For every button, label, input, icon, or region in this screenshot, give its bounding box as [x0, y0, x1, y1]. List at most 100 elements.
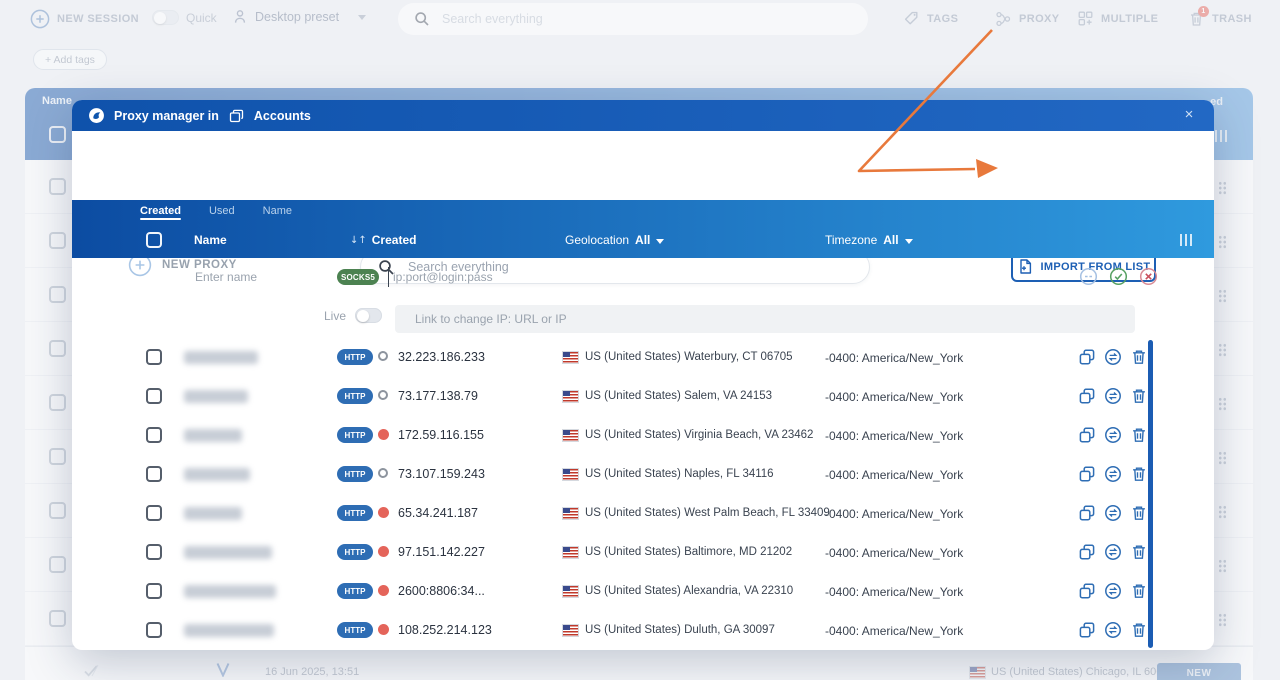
- row-checkbox[interactable]: [146, 505, 162, 521]
- live-toggle[interactable]: [355, 308, 382, 323]
- delete-icon[interactable]: [1130, 543, 1148, 561]
- change-ip-icon[interactable]: [1104, 504, 1122, 522]
- protocol-badge-http: HTTP: [337, 622, 373, 638]
- tab-used[interactable]: Used: [209, 205, 235, 217]
- copy-icon[interactable]: [1078, 387, 1096, 405]
- proxy-ip: 65.34.241.187: [398, 506, 478, 520]
- copy-icon[interactable]: [1078, 504, 1096, 522]
- tab-created[interactable]: Created: [140, 205, 181, 217]
- delete-icon[interactable]: [1130, 504, 1148, 522]
- row-checkbox[interactable]: [146, 388, 162, 404]
- status-dot: [378, 351, 388, 361]
- column-created[interactable]: ↓↑ Created: [350, 233, 416, 247]
- us-flag-icon: [563, 391, 578, 402]
- close-icon[interactable]: ×: [1178, 104, 1200, 126]
- change-ip-link-field[interactable]: Link to change IP: URL or IP: [395, 305, 1135, 333]
- table-row: HTTP 2600:8806:34... US (United States) …: [72, 572, 1214, 611]
- change-ip-icon[interactable]: [1104, 426, 1122, 444]
- row-checkbox[interactable]: [146, 544, 162, 560]
- proxy-timezone: -0400: America/New_York: [825, 468, 963, 482]
- proxy-ip: 97.151.142.227: [398, 545, 485, 559]
- us-flag-icon: [563, 508, 578, 519]
- cancel-x-icon[interactable]: [1139, 267, 1158, 286]
- proxy-timezone: -0400: America/New_York: [825, 585, 963, 599]
- copy-icon[interactable]: [1078, 582, 1096, 600]
- proxy-row-list: HTTP 32.223.186.233 US (United States) W…: [72, 338, 1214, 650]
- column-created-label: Created: [372, 233, 417, 247]
- proxy-timezone: -0400: America/New_York: [825, 546, 963, 560]
- copy-icon[interactable]: [1078, 348, 1096, 366]
- sort-icon: ↓↑: [350, 235, 367, 246]
- column-geolocation-filter[interactable]: Geolocation All: [565, 233, 664, 247]
- modal-context: Accounts: [254, 109, 311, 123]
- row-checkbox[interactable]: [146, 466, 162, 482]
- blurred-proxy-name: [184, 390, 248, 403]
- column-timezone-filter[interactable]: Timezone All: [825, 233, 913, 247]
- proxy-geolocation: US (United States) West Palm Beach, FL 3…: [585, 507, 830, 519]
- proxy-address-field[interactable]: ip:port@login:pass: [393, 270, 493, 284]
- column-name[interactable]: Name: [194, 233, 227, 247]
- delete-icon[interactable]: [1130, 426, 1148, 444]
- proxy-geolocation: US (United States) Virginia Beach, VA 23…: [585, 429, 813, 441]
- us-flag-icon: [563, 625, 578, 636]
- us-flag-icon: [563, 352, 578, 363]
- copy-icon[interactable]: [1078, 426, 1096, 444]
- protocol-badge-socks5[interactable]: SOCKS5: [337, 269, 379, 285]
- table-row: HTTP 73.107.159.243 US (United States) N…: [72, 455, 1214, 494]
- protocol-badge-http: HTTP: [337, 427, 373, 443]
- proxy-timezone: -0400: America/New_York: [825, 507, 963, 521]
- proxy-timezone: -0400: America/New_York: [825, 390, 963, 404]
- copy-icon[interactable]: [1078, 465, 1096, 483]
- delete-icon[interactable]: [1130, 621, 1148, 639]
- text-cursor: [388, 267, 389, 287]
- proxy-timezone: -0400: America/New_York: [825, 624, 963, 638]
- change-ip-icon[interactable]: [1104, 465, 1122, 483]
- blurred-proxy-name: [184, 624, 274, 637]
- us-flag-icon: [563, 547, 578, 558]
- proxy-timezone: -0400: America/New_York: [825, 351, 963, 365]
- chevron-down-icon: [656, 239, 664, 244]
- row-checkbox[interactable]: [146, 583, 162, 599]
- change-ip-icon[interactable]: [1104, 582, 1122, 600]
- change-ip-icon[interactable]: [1104, 387, 1122, 405]
- table-row: HTTP 73.177.138.79 US (United States) Sa…: [72, 377, 1214, 416]
- blurred-proxy-name: [184, 546, 272, 559]
- delete-icon[interactable]: [1130, 582, 1148, 600]
- modal-header: Proxy manager in Accounts ×: [72, 100, 1214, 131]
- more-options-icon[interactable]: [1079, 267, 1098, 286]
- protocol-badge-http: HTTP: [337, 349, 373, 365]
- select-all-checkbox[interactable]: [146, 232, 162, 248]
- change-ip-icon[interactable]: [1104, 543, 1122, 561]
- copy-icon[interactable]: [1078, 621, 1096, 639]
- proxy-manager-modal: Proxy manager in Accounts × NEW PROXY Se…: [72, 100, 1214, 650]
- protocol-badge-http: HTTP: [337, 466, 373, 482]
- blurred-proxy-name: [184, 468, 250, 481]
- chevron-down-icon: [905, 239, 913, 244]
- proxy-geolocation: US (United States) Duluth, GA 30097: [585, 624, 775, 636]
- row-checkbox[interactable]: [146, 427, 162, 443]
- column-timezone-label: Timezone: [825, 233, 877, 247]
- us-flag-icon: [563, 469, 578, 480]
- status-dot: [378, 624, 389, 635]
- delete-icon[interactable]: [1130, 348, 1148, 366]
- table-scrollbar[interactable]: [1148, 340, 1153, 648]
- columns-settings-icon[interactable]: [1180, 234, 1193, 246]
- change-ip-icon[interactable]: [1104, 621, 1122, 639]
- row-checkbox[interactable]: [146, 349, 162, 365]
- delete-icon[interactable]: [1130, 465, 1148, 483]
- tab-name[interactable]: Name: [263, 205, 292, 217]
- modal-title: Proxy manager in: [114, 109, 219, 123]
- change-ip-icon[interactable]: [1104, 348, 1122, 366]
- proxy-table-header: Created Used Name Name ↓↑ Created Geoloc…: [72, 200, 1214, 258]
- live-link-row: Live Link to change IP: URL or IP: [72, 298, 1214, 338]
- row-checkbox[interactable]: [146, 622, 162, 638]
- status-dot: [378, 546, 389, 557]
- app-logo-icon: [88, 107, 105, 124]
- proxy-ip: 32.223.186.233: [398, 350, 485, 364]
- proxy-name-field[interactable]: Enter name: [195, 270, 257, 284]
- copy-icon[interactable]: [1078, 543, 1096, 561]
- table-row: HTTP 65.34.241.187 US (United States) We…: [72, 494, 1214, 533]
- blurred-proxy-name: [184, 351, 258, 364]
- delete-icon[interactable]: [1130, 387, 1148, 405]
- save-check-icon[interactable]: [1109, 267, 1128, 286]
